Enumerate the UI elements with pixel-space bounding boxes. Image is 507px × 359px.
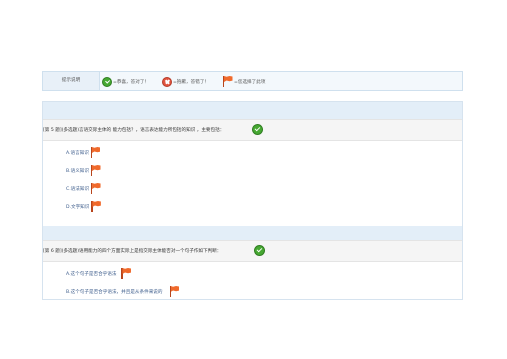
legend-selected-text: =您选择了此项 [234,79,266,85]
option-6a[interactable]: A.这个句子是否合乎语法 [66,268,131,279]
option-label: B.这个句子是否合乎语法，并且是从条件来说的 [66,289,163,295]
flag-icon [120,268,131,279]
flag-icon [90,147,101,158]
option-label: B.语义知识 [66,168,89,174]
option-5c[interactable]: C.语法知识 [66,183,101,194]
question-row-5: [第 5 题](多选题)言语交际主体的 能力包括？，语言表达能力所包括的知识 ，… [43,119,462,141]
option-6b[interactable]: B.这个句子是否合乎语法，并且是从条件来说的 [66,286,180,297]
flag-icon [222,76,233,87]
option-label: A.这个句子是否合乎语法 [66,271,117,277]
option-label: D.文字知识 [66,204,90,210]
option-5d[interactable]: D.文字知识 [66,201,101,212]
check-icon [252,124,263,135]
panel-header-band [43,102,462,119]
question-5-text: [第 5 题](多选题)言语交际主体的 能力包括？，语言表达能力所包括的知识 ，… [43,128,225,133]
flag-icon [169,286,180,297]
question-6-text: [第 6 题](多选题)语用能力的四个方面实际上是指交际主体能否对一个句子作如下… [43,249,222,254]
option-5a[interactable]: A.语言知识 [66,147,101,158]
question-row-6: [第 6 题](多选题)语用能力的四个方面实际上是指交际主体能否对一个句子作如下… [43,240,462,262]
option-label: A.语言知识 [66,150,89,156]
legend-correct: =恭喜，答对了！ [102,76,149,87]
flag-icon [90,165,101,176]
legend-selected: =您选择了此项 [222,76,265,87]
option-label: C.语法知识 [66,186,90,192]
legend-wrong: =抱歉，答错了！ [162,76,209,87]
flag-icon [90,183,101,194]
legend-panel: 提示说明 =恭喜，答对了！ =抱歉，答错了！ =您选择了此项 [42,71,463,91]
check-icon [102,76,112,87]
flag-icon [90,201,101,212]
answer-panel: [第 5 题](多选题)言语交际主体的 能力包括？，语言表达能力所包括的知识 ，… [42,101,463,300]
question-separator-band [43,226,462,240]
option-5b[interactable]: B.语义知识 [66,165,101,176]
legend-wrong-text: =抱歉，答错了！ [173,79,210,85]
legend-label: 提示说明 [43,72,100,90]
check-icon [254,245,265,256]
legend-correct-text: =恭喜，答对了！ [113,79,150,85]
cross-icon [162,76,172,87]
